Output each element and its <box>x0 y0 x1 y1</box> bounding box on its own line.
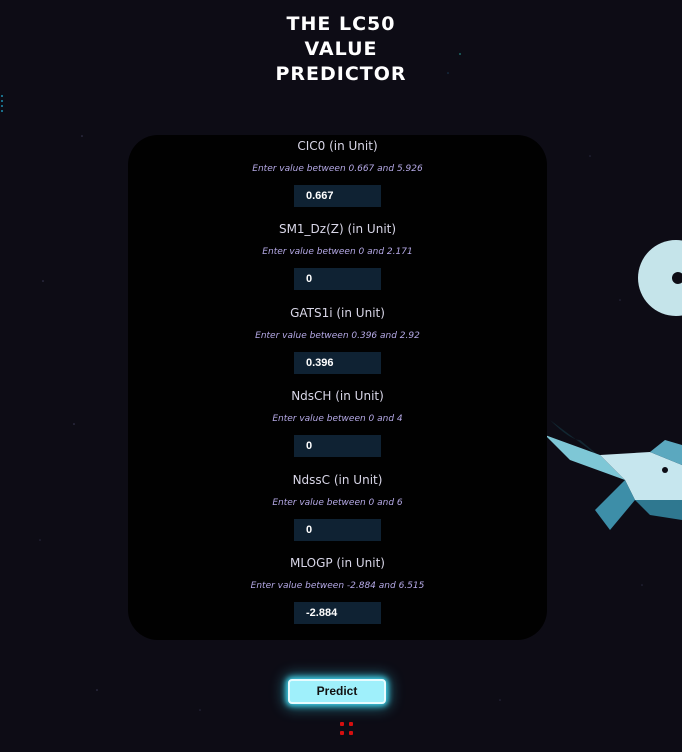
field-ndssc: NdssC (in Unit) Enter value between 0 an… <box>128 472 547 541</box>
sm1-dz-input[interactable] <box>294 268 381 290</box>
field-hint: Enter value between 0 and 4 <box>272 414 403 424</box>
fish-icon <box>545 420 682 530</box>
field-cic0: CIC0 (in Unit) Enter value between 0.667… <box>128 138 547 207</box>
field-sm1-dz: SM1_Dz(Z) (in Unit) Enter value between … <box>128 221 547 290</box>
field-hint: Enter value between 0.667 and 5.926 <box>252 164 423 174</box>
field-gats1i: GATS1i (in Unit) Enter value between 0.3… <box>128 305 547 374</box>
predict-button[interactable]: Predict <box>288 679 386 704</box>
moon-icon <box>638 240 682 316</box>
field-label: SM1_Dz(Z) (in Unit) <box>278 222 397 236</box>
ndssc-input[interactable] <box>294 519 381 541</box>
page-title-line-2: VALUE <box>304 38 378 60</box>
field-hint: Enter value between 0 and 6 <box>272 498 403 508</box>
loader-dot <box>349 731 353 735</box>
cic0-input[interactable] <box>294 185 381 207</box>
loader-dot <box>340 722 344 726</box>
field-label: NdssC (in Unit) <box>292 473 383 487</box>
loading-dots-icon <box>339 721 355 737</box>
field-ndsch: NdsCH (in Unit) Enter value between 0 an… <box>128 388 547 457</box>
page-title: THE LC50 VALUE PREDICTOR <box>0 12 682 87</box>
field-label: NdsCH (in Unit) <box>291 389 384 403</box>
field-hint: Enter value between 0 and 2.171 <box>262 247 413 257</box>
loader-dot <box>340 731 344 735</box>
page-title-line-3: PREDICTOR <box>275 63 407 85</box>
field-mlogp: MLOGP (in Unit) Enter value between -2.8… <box>128 555 547 624</box>
field-label: GATS1i (in Unit) <box>290 306 385 320</box>
loader-dot <box>349 722 353 726</box>
field-label: CIC0 (in Unit) <box>297 139 378 153</box>
input-form-panel: CIC0 (in Unit) Enter value between 0.667… <box>128 135 547 640</box>
mlogp-input[interactable] <box>294 602 381 624</box>
page-title-line-1: THE LC50 <box>286 13 396 35</box>
field-hint: Enter value between 0.396 and 2.92 <box>255 331 420 341</box>
ndsch-input[interactable] <box>294 435 381 457</box>
field-hint: Enter value between -2.884 and 6.515 <box>250 581 425 591</box>
gats1i-input[interactable] <box>294 352 381 374</box>
field-label: MLOGP (in Unit) <box>290 556 385 570</box>
